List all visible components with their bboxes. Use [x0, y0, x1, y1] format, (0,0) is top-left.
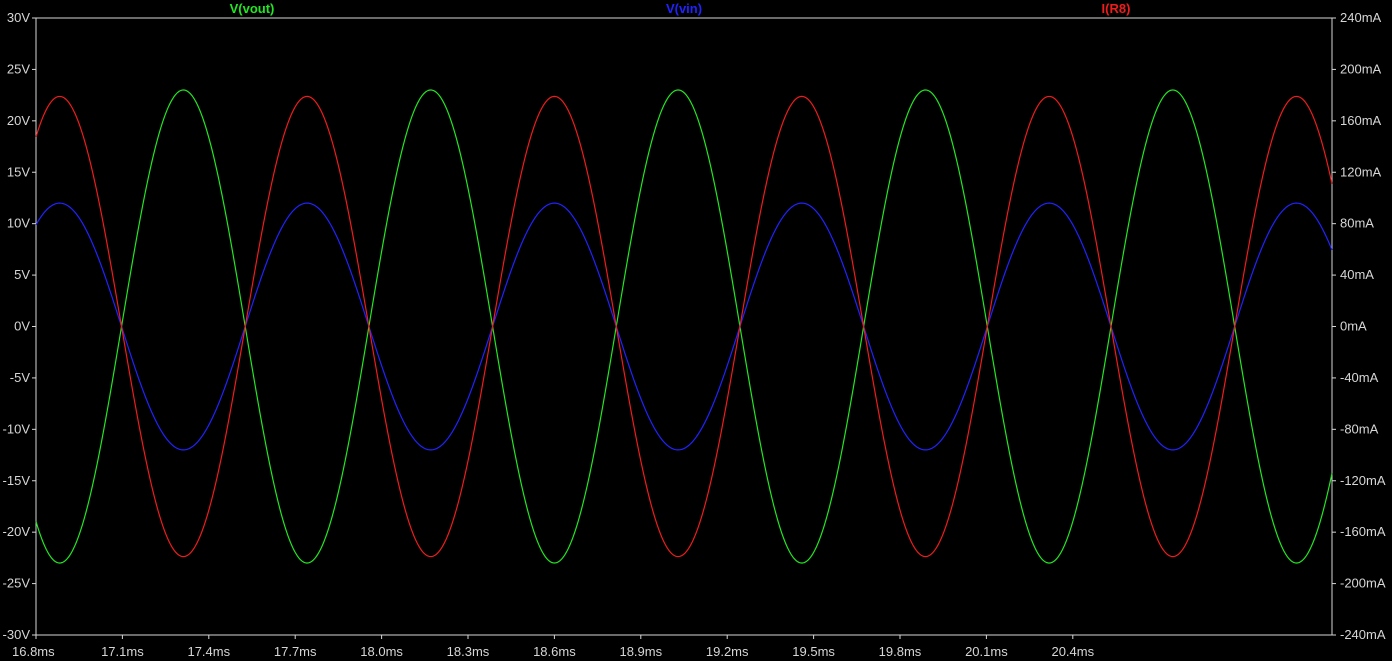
y-left-tick-label: 10V — [7, 216, 30, 231]
x-tick-label: 17.1ms — [101, 644, 144, 659]
y-left-tick-label: -20V — [3, 524, 31, 539]
y-left-tick-label: 30V — [7, 10, 30, 25]
y-left-tick-label: 20V — [7, 113, 30, 128]
y-right-tick-label: 120mA — [1340, 164, 1382, 179]
y-left-tick-label: 25V — [7, 61, 30, 76]
y-right-tick-label: 40mA — [1340, 267, 1374, 282]
y-right-tick-label: 0mA — [1340, 319, 1367, 334]
y-right-tick-label: 160mA — [1340, 113, 1382, 128]
tick-group: 30V 25V 20V 15V 10V 5V 0V -5V -10V -15V -20V -25V -3… — [3, 10, 1386, 659]
y-right-tick-label: -80mA — [1340, 421, 1379, 436]
waveform-chart: 30V 25V 20V 15V 10V 5V 0V -5V -10V -15V -20V -25V -3… — [3, 1, 1386, 659]
y-right-tick-label: -240mA — [1340, 627, 1386, 642]
y-right-tick-label: -40mA — [1340, 370, 1379, 385]
x-tick-label: 18.0ms — [360, 644, 403, 659]
x-tick-label: 17.4ms — [187, 644, 230, 659]
x-tick-label: 16.8ms — [12, 644, 55, 659]
y-left-tick-label: -5V — [10, 370, 31, 385]
y-left-tick-label: 0V — [14, 319, 30, 334]
y-right-tick-label: 80mA — [1340, 216, 1374, 231]
x-tick-label: 18.6ms — [533, 644, 576, 659]
x-tick-label: 17.7ms — [274, 644, 317, 659]
x-tick-label: 18.9ms — [619, 644, 662, 659]
y-right-tick-label: -200mA — [1340, 576, 1386, 591]
legend-label-vout[interactable]: V(vout) — [230, 1, 275, 16]
y-left-tick-label: 15V — [7, 164, 30, 179]
trace-v-vout — [35, 89, 1333, 564]
y-right-tick-label: -160mA — [1340, 524, 1386, 539]
trace-group — [35, 89, 1333, 564]
x-tick-label: 18.3ms — [447, 644, 490, 659]
y-right-tick-label: 200mA — [1340, 61, 1382, 76]
x-tick-label: 19.5ms — [792, 644, 835, 659]
plot-frame — [35, 17, 1333, 636]
y-left-tick-label: -10V — [3, 421, 31, 436]
trace-i-r8 — [35, 95, 1333, 558]
x-tick-label: 19.8ms — [879, 644, 922, 659]
legend-label-vin[interactable]: V(vin) — [666, 1, 702, 16]
y-left-tick-label: -25V — [3, 576, 31, 591]
y-left-tick-label: -15V — [3, 473, 31, 488]
y-right-tick-label: -120mA — [1340, 473, 1386, 488]
waveform-plot: 30V 25V 20V 15V 10V 5V 0V -5V -10V -15V -20V -25V -3… — [0, 0, 1392, 661]
x-tick-label: 20.1ms — [965, 644, 1008, 659]
y-left-tick-label: -30V — [3, 627, 31, 642]
x-tick-label: 20.4ms — [1051, 644, 1094, 659]
legend-label-ir8[interactable]: I(R8) — [1102, 1, 1131, 16]
y-right-tick-label: 240mA — [1340, 10, 1382, 25]
x-tick-label: 19.2ms — [706, 644, 749, 659]
legend: V(vout) V(vin) I(R8) — [230, 1, 1131, 16]
y-left-tick-label: 5V — [14, 267, 30, 282]
